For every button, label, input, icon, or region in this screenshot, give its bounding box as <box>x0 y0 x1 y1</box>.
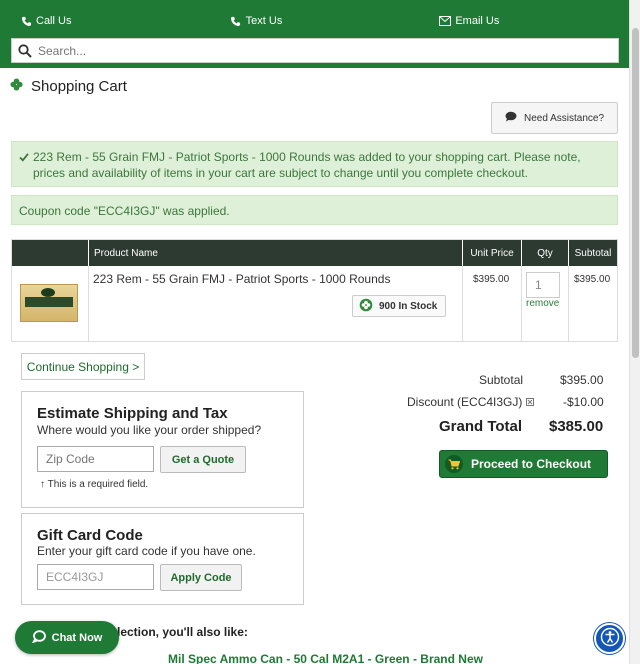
remove-link[interactable]: remove <box>526 298 559 309</box>
discount-amount: -$10.00 <box>563 395 604 409</box>
product-image-label-band <box>25 297 73 307</box>
email-us-link[interactable]: Email Us <box>419 8 629 34</box>
recommendations-heading: lection, you'll also like: <box>117 625 248 639</box>
added-to-cart-text: 223 Rem - 55 Grain FMJ - Patriot Sports … <box>33 150 581 180</box>
chat-now-button[interactable]: Chat Now <box>15 621 119 654</box>
email-us-label: Email Us <box>455 15 500 27</box>
page-title: Shopping Cart <box>10 78 127 95</box>
accessibility-icon <box>600 627 620 650</box>
zip-code-input[interactable] <box>37 446 154 472</box>
text-us-link[interactable]: Text Us <box>210 8 420 34</box>
product-name-link[interactable]: 223 Rem - 55 Grain FMJ - Patriot Sports … <box>93 272 390 286</box>
accessibility-button[interactable] <box>594 623 625 654</box>
checkout-label: Proceed to Checkout <box>471 457 592 471</box>
required-field-note: ↑ This is a required field. <box>40 479 148 490</box>
contact-links: Call Us Text Us Email Us <box>0 8 629 34</box>
stock-icon <box>359 298 373 315</box>
checkmark-icon <box>19 150 29 166</box>
subtotal-amount: $395.00 <box>560 373 604 387</box>
quantity-input[interactable] <box>526 272 560 298</box>
chat-now-label: Chat Now <box>51 631 103 644</box>
stock-label: 900 In Stock <box>379 300 438 312</box>
required-field-text: This is a required field. <box>47 479 149 490</box>
shipping-estimate-box: Estimate Shipping and Tax Where would yo… <box>21 391 304 508</box>
get-quote-button[interactable]: Get a Quote <box>160 446 246 473</box>
recommended-product-link[interactable]: Mil Spec Ammo Can - 50 Cal M2A1 - Green … <box>168 652 483 664</box>
cart-table-header: Product Name Unit Price Qty Subtotal <box>12 240 617 266</box>
unit-price-value: $395.00 <box>473 274 510 285</box>
header-qty: Qty <box>521 240 568 266</box>
header-unit-price: Unit Price <box>462 240 521 266</box>
discount-label: Discount (ECC4I3GJ) <box>407 395 523 409</box>
search-icon[interactable] <box>12 43 38 58</box>
need-assistance-label: Need Assistance? <box>523 112 605 124</box>
top-header: Call Us Text Us Email Us <box>0 0 629 68</box>
gift-card-subtitle: Enter your gift card code if you have on… <box>37 544 256 558</box>
page-title-text: Shopping Cart <box>31 78 127 95</box>
coupon-applied-text: Coupon code "ECC4I3GJ" was applied. <box>19 204 230 218</box>
call-us-link[interactable]: Call Us <box>0 8 210 34</box>
grand-total-amount: $385.00 <box>549 418 604 435</box>
apply-code-button[interactable]: Apply Code <box>160 564 242 591</box>
cart-icon <box>445 455 463 473</box>
chat-bubble-icon <box>505 111 517 125</box>
need-assistance-button[interactable]: Need Assistance? <box>491 102 618 134</box>
envelope-icon <box>439 15 452 27</box>
text-us-label: Text Us <box>245 15 283 27</box>
scrollbar-thumb[interactable] <box>632 28 639 358</box>
gift-card-box: Gift Card Code Enter your gift card code… <box>21 513 304 605</box>
gift-card-title: Gift Card Code <box>37 527 143 544</box>
page-scrollbar[interactable] <box>629 0 640 664</box>
arrow-up-icon: ↑ <box>40 479 45 490</box>
continue-shopping-button[interactable]: Continue Shopping > <box>21 353 145 380</box>
shipping-title: Estimate Shipping and Tax <box>37 405 228 422</box>
proceed-to-checkout-button[interactable]: Proceed to Checkout <box>439 450 608 478</box>
product-image[interactable] <box>20 284 78 322</box>
phone-icon <box>230 15 242 27</box>
remove-discount-icon[interactable] <box>526 395 535 409</box>
search-bar <box>11 38 619 63</box>
header-subtotal: Subtotal <box>568 240 617 266</box>
gift-card-input[interactable] <box>37 564 154 590</box>
phone-icon <box>20 15 32 27</box>
grand-total-label: Grand Total <box>439 418 523 435</box>
header-image-column <box>12 240 88 266</box>
product-image-logo <box>41 288 55 297</box>
coupon-applied-alert: Coupon code "ECC4I3GJ" was applied. <box>11 195 618 225</box>
clover-icon <box>10 78 23 95</box>
subtotal-value: $395.00 <box>574 274 611 285</box>
search-input[interactable] <box>38 43 598 58</box>
shipping-subtitle: Where would you like your order shipped? <box>37 423 262 437</box>
stock-badge: 900 In Stock <box>352 295 446 317</box>
chat-bubble-icon <box>31 629 46 646</box>
subtotal-label: Subtotal <box>479 373 524 387</box>
header-product-name: Product Name <box>88 240 462 266</box>
call-us-label: Call Us <box>36 15 72 27</box>
discount-row: Discount (ECC4I3GJ) <box>407 395 535 409</box>
added-to-cart-alert: 223 Rem - 55 Grain FMJ - Patriot Sports … <box>11 141 618 187</box>
